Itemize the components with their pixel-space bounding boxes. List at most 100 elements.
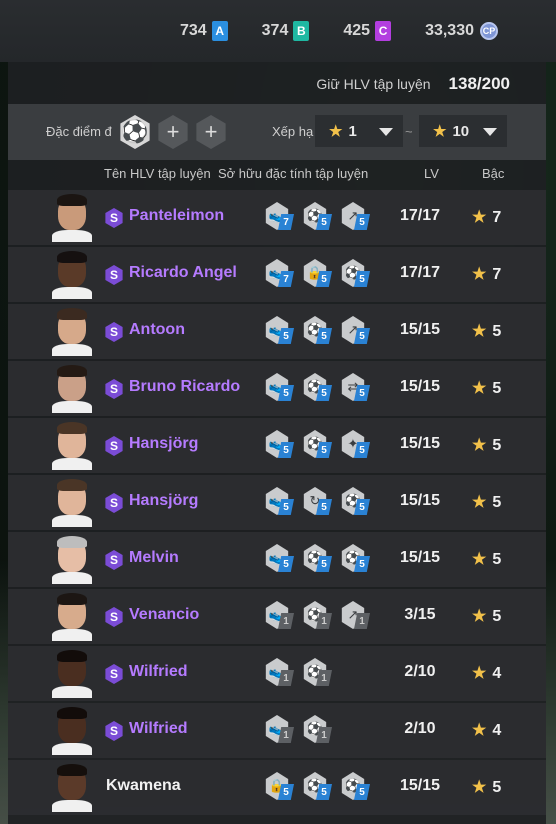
capacity-label: Giữ HLV tập luyện	[316, 76, 431, 92]
trait-ball-icon[interactable]: ⚽ 5	[340, 259, 374, 289]
table-row[interactable]: S Antoon 👟 5 ⚽ 5 ↗ 5 15/15 ★ 5	[8, 304, 546, 359]
trainer-rank: ★ 4	[472, 663, 501, 683]
trainer-level: 3/15	[404, 606, 436, 623]
special-badge-icon: S	[105, 436, 123, 456]
currency-c: 425 C	[343, 21, 392, 41]
table-row[interactable]: S Bruno Ricardo 👟 5 ⚽ 5 ⇄ 5 15/15 ★ 5	[8, 361, 546, 416]
trait-ball-icon[interactable]: ⚽ 5	[302, 316, 336, 346]
trainer-rank: ★ 5	[472, 777, 501, 797]
trait-pass-icon[interactable]: ⇄ 5	[340, 373, 374, 403]
header-traits[interactable]: Sở hữu đặc tính tập luyện	[218, 166, 368, 181]
trainer-level: 15/15	[399, 777, 441, 794]
star-icon: ★	[472, 551, 487, 568]
trait-boot-icon[interactable]: 👟 5	[264, 373, 298, 403]
trait-ball-icon[interactable]: ⚽ 5	[302, 544, 336, 574]
trait-shoot-icon[interactable]: ↗ 1	[340, 601, 374, 631]
header-lv[interactable]: LV	[424, 166, 439, 181]
star-icon: ★	[472, 665, 487, 682]
trait-ball-icon[interactable]: ⚽ 5	[340, 544, 374, 574]
trait-shoot-icon[interactable]: ↗ 5	[340, 316, 374, 346]
star-icon: ★	[472, 722, 487, 739]
ticket-c-icon: C	[375, 21, 392, 41]
special-badge-icon: S	[105, 721, 123, 741]
header-name[interactable]: Tên HLV tập luyện	[104, 166, 211, 181]
special-badge-icon: S	[105, 208, 123, 228]
trait-ball-icon[interactable]: ⚽ 5	[302, 373, 336, 403]
trainer-level: 17/17	[399, 264, 441, 281]
table-row[interactable]: S Wilfried 👟 1 ⚽ 1 2/10 ★ 4	[8, 703, 546, 758]
trainer-name: Antoon	[129, 321, 185, 338]
trait-ball-icon[interactable]: ⚽ 5	[302, 772, 336, 802]
rank-value: 5	[492, 380, 502, 397]
capacity-value: 138/200	[448, 74, 510, 93]
currency-a: 734 A	[180, 21, 228, 41]
star-icon: ★	[472, 323, 487, 340]
rank-from-dropdown[interactable]: ★ 1	[315, 115, 403, 147]
rank-value: 5	[492, 494, 502, 511]
add-trait-filter-button-2[interactable]: +	[196, 115, 226, 149]
table-row[interactable]: S Hansjörg 👟 5 ⚽ 5 ✦ 5 15/15 ★ 5	[8, 418, 546, 473]
trait-list: 👟 5 ↻ 5 ⚽ 5	[264, 487, 374, 517]
currency-bar: 734 A 374 B 425 C 33,330 CP	[0, 0, 556, 62]
trait-lock-icon[interactable]: 🔒 5	[302, 259, 336, 289]
table-row[interactable]: S Panteleimon 👟 7 ⚽ 5 ↗ 5 17/17 ★ 7	[8, 190, 546, 245]
trainer-rank: ★ 5	[472, 378, 501, 398]
trait-ball-icon[interactable]: ⚽ 1	[302, 715, 336, 745]
trait-lock-icon[interactable]: 🔒 5	[264, 772, 298, 802]
table-row[interactable]: S Wilfried 👟 1 ⚽ 1 2/10 ★ 4	[8, 646, 546, 701]
trait-ball-icon[interactable]: ⚽ 5	[340, 772, 374, 802]
avatar	[52, 479, 92, 527]
trait-boot-icon[interactable]: 👟 1	[264, 658, 298, 688]
trainer-level: 15/15	[399, 435, 441, 452]
trait-turn-icon[interactable]: ↻ 5	[302, 487, 336, 517]
rank-value: 4	[492, 665, 502, 682]
trait-boot-icon[interactable]: 👟 7	[264, 259, 298, 289]
avatar	[52, 251, 92, 299]
ticket-b-icon: B	[293, 21, 310, 41]
trait-list: 👟 1 ⚽ 1	[264, 715, 336, 745]
trainer-rank: ★ 5	[472, 606, 501, 626]
header-rank[interactable]: Bậc	[482, 166, 504, 181]
trait-boot-icon[interactable]: 👟 7	[264, 202, 298, 232]
trait-filter-ball-icon[interactable]: ⚽	[120, 115, 150, 149]
trainer-name: Melvin	[129, 549, 179, 566]
trainer-name: Wilfried	[129, 720, 188, 737]
trainer-name: Kwamena	[106, 777, 181, 794]
trait-ball-icon[interactable]: ⚽ 1	[302, 601, 336, 631]
trait-boot-icon[interactable]: 👟 5	[264, 487, 298, 517]
trait-ball-icon[interactable]: ⚽ 5	[302, 430, 336, 460]
avatar	[52, 308, 92, 356]
star-icon: ★	[472, 779, 487, 796]
trait-shoot-icon[interactable]: ↗ 5	[340, 202, 374, 232]
trait-boot-icon[interactable]: 👟 1	[264, 601, 298, 631]
trainer-level: 15/15	[399, 549, 441, 566]
star-icon: ★	[472, 266, 487, 283]
rank-to-dropdown[interactable]: ★ 10	[419, 115, 507, 147]
table-row[interactable]: S Melvin 👟 5 ⚽ 5 ⚽ 5 15/15 ★ 5	[8, 532, 546, 587]
trait-ball-icon[interactable]: ⚽ 5	[340, 487, 374, 517]
currency-amount: 425	[343, 22, 371, 39]
currency-amount: 374	[261, 22, 289, 39]
avatar	[52, 593, 92, 641]
table-row[interactable]: S Ricardo Angel 👟 7 🔒 5 ⚽ 5 17/17 ★ 7	[8, 247, 546, 302]
special-badge-icon: S	[105, 607, 123, 627]
avatar	[52, 650, 92, 698]
trainer-name: Hansjörg	[129, 492, 199, 509]
trait-boot-icon[interactable]: 👟 5	[264, 316, 298, 346]
add-trait-filter-button[interactable]: +	[158, 115, 188, 149]
trait-list: 👟 1 ⚽ 1 ↗ 1	[264, 601, 374, 631]
ticket-a-icon: A	[211, 21, 228, 41]
trainer-level: 15/15	[399, 492, 441, 509]
trait-boot-icon[interactable]: 👟 5	[264, 544, 298, 574]
trait-boot-icon[interactable]: 👟 1	[264, 715, 298, 745]
trait-ball-icon[interactable]: ⚽ 1	[302, 658, 336, 688]
table-row[interactable]: Kwamena 🔒 5 ⚽ 5 ⚽ 5 15/15 ★ 5	[8, 760, 546, 815]
avatar	[52, 365, 92, 413]
trait-ball-icon[interactable]: ⚽ 5	[302, 202, 336, 232]
avatar	[52, 764, 92, 812]
table-row[interactable]: S Hansjörg 👟 5 ↻ 5 ⚽ 5 15/15 ★ 5	[8, 475, 546, 530]
trait-kick-icon[interactable]: ✦ 5	[340, 430, 374, 460]
trainer-name: Ricardo Angel	[129, 264, 237, 281]
table-row[interactable]: S Venancio 👟 1 ⚽ 1 ↗ 1 3/15 ★ 5	[8, 589, 546, 644]
trait-boot-icon[interactable]: 👟 5	[264, 430, 298, 460]
